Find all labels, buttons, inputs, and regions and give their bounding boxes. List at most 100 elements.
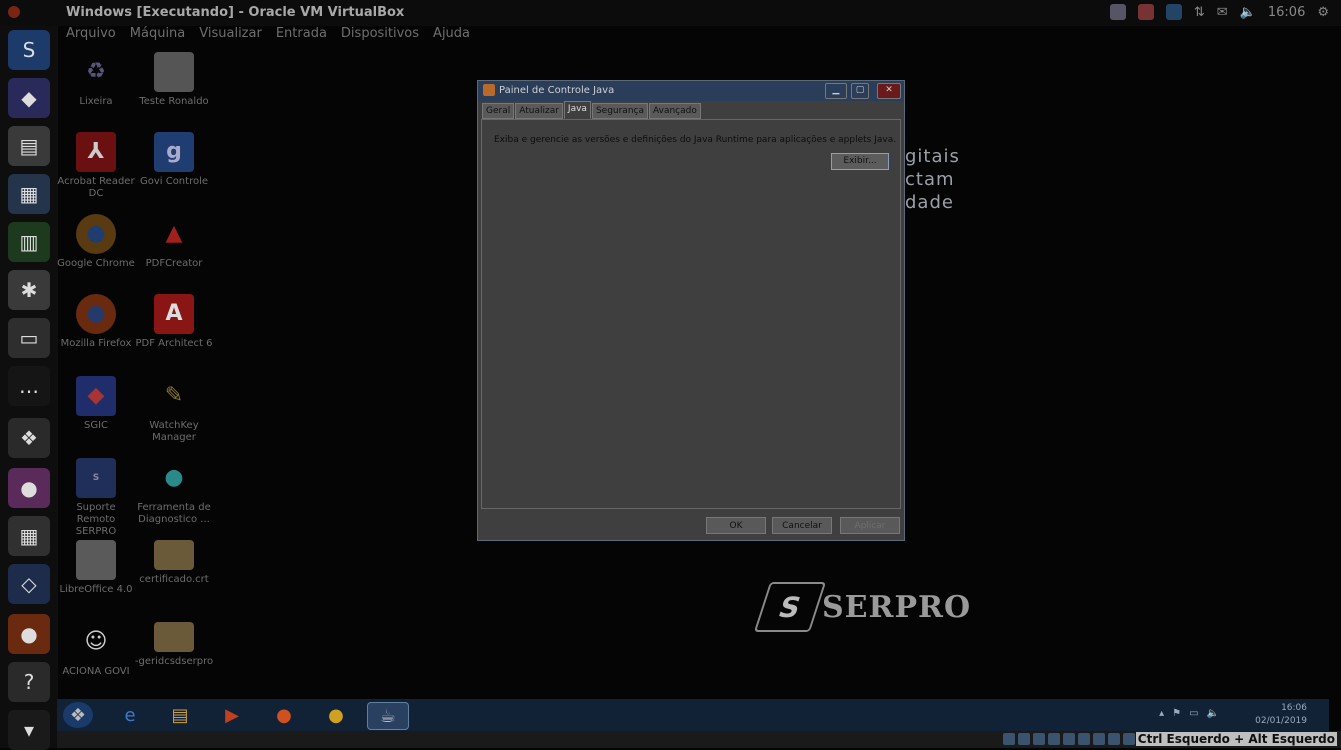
window-title: Windows [Executando] - Oracle VM Virtual… xyxy=(66,5,405,20)
explorer-taskbar-icon[interactable]: ▤ xyxy=(165,702,195,728)
govi-icon: g xyxy=(154,132,194,172)
certificate-icon xyxy=(154,622,194,652)
usb-icon[interactable] xyxy=(1063,733,1075,745)
acrobat-icon: ⅄ xyxy=(76,132,116,172)
java-icon xyxy=(483,84,495,96)
firefox-taskbar-icon[interactable]: ● xyxy=(269,702,299,728)
network-adapter-icon[interactable] xyxy=(1048,733,1060,745)
vbox-tray-icon[interactable] xyxy=(1109,4,1126,20)
desktop-icon-lixeira[interactable]: ♻ Lixeira xyxy=(56,52,136,108)
close-button[interactable]: ✕ xyxy=(877,83,901,99)
show-hidden-icons-icon[interactable]: ▴ xyxy=(1159,708,1164,719)
tab-atualizar[interactable]: Atualizar xyxy=(515,103,563,119)
media-player-taskbar-icon[interactable]: ▶ xyxy=(217,702,247,728)
top-clock[interactable]: 16:06 xyxy=(1268,5,1305,20)
tab-java[interactable]: Java xyxy=(563,101,591,119)
terminal-icon[interactable]: … xyxy=(8,366,50,406)
tray-icons: ▴ ⚑ ▭ 🔈 xyxy=(1159,708,1219,719)
desktop-icon-acrobat[interactable]: ⅄ Acrobat Reader DC xyxy=(56,132,136,200)
menu-entrada[interactable]: Entrada xyxy=(276,26,327,41)
apply-button[interactable]: Aplicar xyxy=(840,517,900,534)
calc-icon[interactable]: ▥ xyxy=(8,222,50,262)
desktop-icon-libreoffice[interactable]: LibreOffice 4.0 xyxy=(56,540,136,596)
certificate-icon xyxy=(154,540,194,570)
minimize-button[interactable]: ▁ xyxy=(825,83,847,99)
tab-strip: Geral Atualizar Java Segurança Avançado xyxy=(482,101,701,119)
help-icon[interactable]: ? xyxy=(8,662,50,702)
wallpaper-text-3: dade xyxy=(905,192,954,213)
power-gear-icon[interactable]: ⚙ xyxy=(1317,5,1329,20)
files-icon[interactable]: ▤ xyxy=(8,126,50,166)
optical-drive-icon[interactable] xyxy=(1018,733,1030,745)
tab-geral[interactable]: Geral xyxy=(482,103,515,119)
mail-icon[interactable]: ✉ xyxy=(1217,5,1228,20)
desktop-icon-sgic[interactable]: ◆ SGIC xyxy=(56,376,136,432)
writer-icon[interactable]: ▦ xyxy=(8,174,50,214)
desktop-icon-certificado[interactable]: certificado.crt xyxy=(134,540,214,586)
shared-folders-icon[interactable] xyxy=(1078,733,1090,745)
audio-icon[interactable] xyxy=(1033,733,1045,745)
cpu-icon[interactable] xyxy=(1123,733,1135,745)
hdd-icon[interactable] xyxy=(1003,733,1015,745)
menu-maquina[interactable]: Máquina xyxy=(130,26,186,41)
network-tray-icon[interactable]: ▭ xyxy=(1189,708,1198,719)
volume-tray-icon[interactable]: 🔈 xyxy=(1207,708,1219,719)
vbox-menu-bar: Arquivo Máquina Visualizar Entrada Dispo… xyxy=(66,26,470,41)
volume-icon[interactable]: 🔈 xyxy=(1240,5,1256,20)
menu-arquivo[interactable]: Arquivo xyxy=(66,26,116,41)
settings-icon[interactable]: ✱ xyxy=(8,270,50,310)
desktop-icon-aciona-govi[interactable]: ☺ ACIONA GOVI xyxy=(56,622,136,678)
maximize-button[interactable]: ▢ xyxy=(851,83,869,99)
recycle-bin-icon: ♻ xyxy=(86,59,106,84)
desktop-icon-geridcsdserpro[interactable]: -geridcsdserpro xyxy=(134,622,214,668)
video-capture-icon[interactable] xyxy=(1108,733,1120,745)
launcher-app-icon[interactable]: ◆ xyxy=(8,78,50,118)
desktop-icon-firefox[interactable]: ● Mozilla Firefox xyxy=(56,294,136,350)
desktop-icon-govi[interactable]: g Govi Controle xyxy=(134,132,214,188)
unity-launcher: S ◆ ▤ ▦ ▥ ✱ ▭ … ❖ ● ▦ ◇ ● ? ▾ xyxy=(0,26,58,750)
calculator-icon[interactable]: ▦ xyxy=(8,516,50,556)
flag-icon[interactable]: ⚑ xyxy=(1172,708,1181,719)
desktop-icon-suporte-remoto[interactable]: S Suporte Remoto SERPRO xyxy=(56,458,136,538)
desktop-icon-chrome[interactable]: ● Google Chrome xyxy=(56,214,136,270)
chrome-taskbar-icon[interactable]: ● xyxy=(321,702,351,728)
virtualbox-icon[interactable]: ◇ xyxy=(8,564,50,604)
menu-visualizar[interactable]: Visualizar xyxy=(199,26,262,41)
ie-taskbar-icon[interactable]: e xyxy=(115,702,145,728)
desktop-icon-watchkey[interactable]: ✎ WatchKey Manager xyxy=(134,376,214,444)
taskbar-clock[interactable]: 16:06 02/01/2019 xyxy=(1255,702,1307,728)
virtualbox-status-bar: Ctrl Esquerdo + Alt Esquerdo xyxy=(57,731,1341,748)
java-control-panel-dialog: Painel de Controle Java ▁ ▢ ✕ Geral Atua… xyxy=(477,80,905,541)
dialog-title-bar[interactable]: Painel de Controle Java ▁ ▢ ✕ xyxy=(478,81,904,101)
desktop-icon-ferramenta-diagnostico[interactable]: ● Ferramenta de Diagnostico ... xyxy=(134,458,214,526)
chat-tray-icon[interactable] xyxy=(1137,4,1154,20)
menu-dispositivos[interactable]: Dispositivos xyxy=(341,26,419,41)
ok-button[interactable]: OK xyxy=(706,517,766,534)
pdfcreator-icon: ▲ xyxy=(165,221,183,246)
dialog-title: Painel de Controle Java xyxy=(499,85,615,96)
start-button-icon[interactable]: ❖ xyxy=(63,702,93,728)
desktop-icon-teste-ronaldo[interactable]: Teste Ronaldo xyxy=(134,52,214,108)
windows-taskbar: ❖ e ▤ ▶ ● ● ☕ ▴ ⚑ ▭ 🔈 16:06 02/01/2019 xyxy=(57,699,1329,731)
display-icon[interactable] xyxy=(1093,733,1105,745)
view-button[interactable]: Exibir... xyxy=(831,153,889,170)
screenshot-tray-icon[interactable] xyxy=(1165,4,1182,20)
document-icon xyxy=(154,52,194,92)
pidgin-icon[interactable]: ● xyxy=(8,468,50,508)
windows-vm-icon[interactable]: ❖ xyxy=(8,418,50,458)
desktop-icon-pdfcreator[interactable]: ▲ PDFCreator xyxy=(134,214,214,270)
dash-icon[interactable]: S xyxy=(8,30,50,70)
chrome-icon: ● xyxy=(76,214,116,254)
firefox-launcher-icon[interactable]: ● xyxy=(8,614,50,654)
tab-seguranca[interactable]: Segurança xyxy=(591,103,648,119)
close-window-icon[interactable] xyxy=(8,6,20,18)
tab-avancado[interactable]: Avançado xyxy=(649,103,701,119)
trash-icon[interactable]: ▾ xyxy=(8,710,50,750)
network-icon[interactable]: ⇅ xyxy=(1194,5,1205,20)
cancel-button[interactable]: Cancelar xyxy=(772,517,832,534)
menu-ajuda[interactable]: Ajuda xyxy=(433,26,470,41)
wallpaper-text-1: gitais xyxy=(905,146,960,167)
desktop-icon-pdf-architect[interactable]: A PDF Architect 6 xyxy=(134,294,214,350)
drive-icon[interactable]: ▭ xyxy=(8,318,50,358)
java-taskbar-icon[interactable]: ☕ xyxy=(367,702,409,730)
